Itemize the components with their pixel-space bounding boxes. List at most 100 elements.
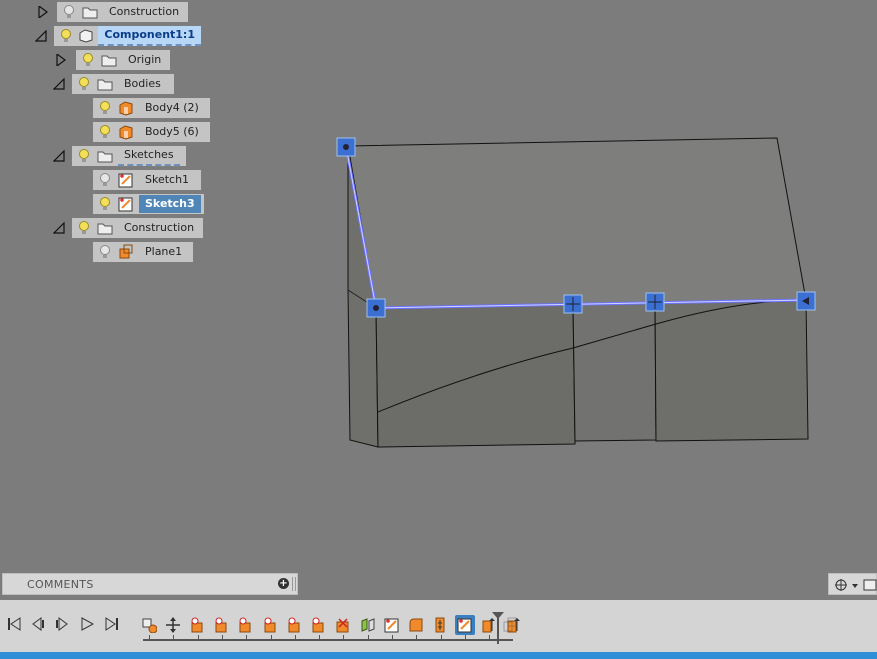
timeline-feature-delete-face-icon[interactable] <box>333 615 353 635</box>
body-front-face-middle[interactable] <box>572 301 657 442</box>
browser-node-label: Origin <box>128 53 162 66</box>
timeline-feature-extrude-icon[interactable] <box>309 615 329 635</box>
body-front-face-right[interactable] <box>654 299 809 442</box>
timeline-tick <box>246 635 248 640</box>
timeline-tick <box>270 635 272 640</box>
lightbulb-icon[interactable] <box>97 172 113 188</box>
browser-node-label: Body5 (6) <box>145 125 199 138</box>
browser-node-label: Component1:1 <box>98 26 201 46</box>
panel-grip-icon[interactable] <box>292 577 296 591</box>
step-forward-icon[interactable] <box>53 615 71 633</box>
orbit-icon[interactable] <box>829 574 877 594</box>
browser-node-sketches[interactable]: Sketches <box>72 146 186 166</box>
canvas-viewport[interactable]: Construction Component1:1 Origin Bodies … <box>0 0 877 600</box>
timeline-tick <box>221 635 223 640</box>
browser-node-label: Sketches <box>118 146 180 166</box>
browser-node-label: Construction <box>124 221 195 234</box>
lightbulb-icon[interactable] <box>76 220 92 236</box>
browser-node-component[interactable]: Component1:1 <box>54 26 201 46</box>
browser-node-body4[interactable]: Body4 (2) <box>93 98 210 118</box>
timeline-feature-move-icon[interactable] <box>163 615 183 635</box>
timeline-bar[interactable] <box>0 600 877 652</box>
sketch-point[interactable] <box>796 291 816 311</box>
browser-node-bodies[interactable]: Bodies <box>72 74 174 94</box>
lightbulb-icon[interactable] <box>76 76 92 92</box>
lightbulb-icon[interactable] <box>80 52 96 68</box>
browser-node-body5[interactable]: Body5 (6) <box>93 122 210 142</box>
lightbulb-icon[interactable] <box>61 4 77 20</box>
timeline-tick <box>173 635 175 640</box>
timeline-feature-extrude-icon[interactable] <box>236 615 256 635</box>
timeline-feature-split-body-icon[interactable] <box>358 615 378 635</box>
sketch-point[interactable] <box>366 298 386 318</box>
lightbulb-icon[interactable] <box>97 196 113 212</box>
navigation-bar[interactable] <box>828 573 877 595</box>
browser-node-label: Plane1 <box>145 245 183 258</box>
comments-panel[interactable]: COMMENTS + <box>2 573 298 595</box>
timeline-tick <box>197 635 199 640</box>
timeline-tick <box>367 635 369 640</box>
timeline-feature-new-component-icon[interactable] <box>139 615 159 635</box>
browser-node-label: Sketch1 <box>145 173 190 186</box>
collapse-arrow-icon[interactable] <box>52 221 66 235</box>
timeline-tick <box>416 635 418 640</box>
timeline-feature-extrude-icon[interactable] <box>285 615 305 635</box>
timeline-tick <box>319 635 321 640</box>
sketch-icon <box>117 172 135 188</box>
timeline-tick <box>464 635 466 640</box>
body-icon <box>117 100 135 116</box>
lightbulb-icon[interactable] <box>58 28 73 44</box>
timeline-tick <box>392 635 393 640</box>
sketch-icon <box>117 196 135 212</box>
folder-icon <box>100 52 118 68</box>
lightbulb-icon[interactable] <box>76 148 92 164</box>
folder-icon <box>96 220 114 236</box>
plane-icon <box>117 244 135 260</box>
browser-node-label: Bodies <box>124 77 161 90</box>
sketch-point[interactable] <box>645 292 665 312</box>
comments-title: COMMENTS <box>27 577 94 591</box>
timeline-tick <box>440 635 442 640</box>
browser-node-construction[interactable]: Construction <box>72 218 203 238</box>
body-icon <box>117 124 135 140</box>
browser-node-label: Body4 (2) <box>145 101 199 114</box>
step-back-icon[interactable] <box>29 615 47 633</box>
timeline-tick <box>149 635 150 640</box>
collapse-arrow-icon[interactable] <box>34 29 48 43</box>
collapse-arrow-icon[interactable] <box>52 149 66 163</box>
browser-node-plane1[interactable]: Plane1 <box>93 242 193 262</box>
lightbulb-icon[interactable] <box>97 244 113 260</box>
browser-node-origin[interactable]: Origin <box>76 50 170 70</box>
timeline-feature-sketch-icon[interactable] <box>382 615 402 635</box>
go-to-start-icon[interactable] <box>5 615 23 633</box>
sketch-point[interactable] <box>563 294 583 314</box>
status-bar <box>0 652 877 659</box>
play-icon[interactable] <box>78 615 96 633</box>
folder-icon <box>81 4 99 20</box>
lightbulb-icon[interactable] <box>97 100 113 116</box>
timeline-tick <box>343 635 345 640</box>
go-to-end-icon[interactable] <box>103 615 121 633</box>
folder-icon <box>96 148 114 164</box>
expand-arrow-icon[interactable] <box>54 53 68 67</box>
browser-node-construction-top[interactable]: Construction <box>57 2 188 22</box>
timeline-feature-extrude-icon[interactable] <box>188 615 208 635</box>
timeline-feature-extrude-icon[interactable] <box>261 615 281 635</box>
timeline-feature-fillet-icon[interactable] <box>406 615 426 635</box>
collapse-arrow-icon[interactable] <box>52 77 66 91</box>
browser-node-sketch3[interactable]: Sketch3 <box>93 194 204 214</box>
timeline-feature-combine-icon[interactable] <box>431 615 451 635</box>
timeline-tick <box>294 635 296 640</box>
expand-arrow-icon[interactable] <box>36 5 50 19</box>
timeline-marker-icon[interactable] <box>491 610 505 644</box>
timeline-feature-sketch-icon[interactable] <box>454 615 475 635</box>
browser-node-sketch1[interactable]: Sketch1 <box>93 170 201 190</box>
browser-node-label: Construction <box>109 5 180 18</box>
body-top-face[interactable] <box>347 137 807 309</box>
lightbulb-icon[interactable] <box>97 124 113 140</box>
browser-node-label: Sketch3 <box>139 195 201 213</box>
sketch-point[interactable] <box>336 137 356 157</box>
timeline-feature-extrude-icon[interactable] <box>212 615 232 635</box>
component-icon <box>77 28 94 44</box>
add-comment-icon[interactable]: + <box>278 578 289 589</box>
